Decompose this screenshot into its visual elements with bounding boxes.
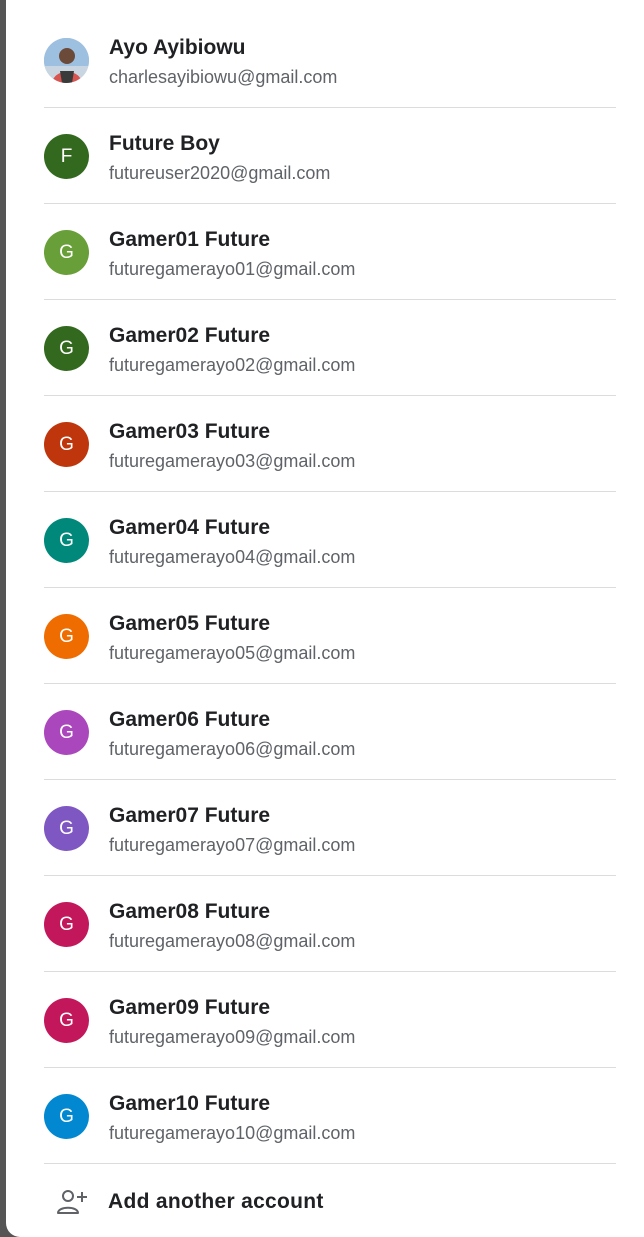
account-row[interactable]: G Gamer06 Future futuregamerayo06@gmail.co…: [44, 684, 616, 780]
avatar: G: [44, 902, 89, 947]
account-row[interactable]: G Gamer10 Future futuregamerayo10@gmail.co…: [44, 1068, 616, 1164]
account-email: futuregamerayo01@gmail.com: [109, 259, 356, 279]
avatar: F: [44, 134, 89, 179]
account-email: futuregamerayo10@gmail.com: [109, 1123, 356, 1143]
avatar: G: [44, 230, 89, 275]
account-email: futuregamerayo03@gmail.com: [109, 451, 356, 471]
account-row[interactable]: G Gamer02 Future futuregamerayo02@gmail.co…: [44, 300, 616, 396]
account-row[interactable]: G Gamer09 Future futuregamerayo09@gmail.co…: [44, 972, 616, 1068]
account-row[interactable]: G Gamer07 Future futuregamerayo07@gmail.co…: [44, 780, 616, 876]
account-chooser-sheet: Ayo Ayibiowu charlesayibiowu@gmail.com F Fu…: [6, 0, 644, 1237]
account-email: futuregamerayo07@gmail.com: [109, 835, 356, 855]
account-name: Ayo Ayibiowu: [109, 36, 246, 59]
account-name: Gamer04 Future: [109, 516, 271, 539]
add-another-account-label: Add another account: [108, 1190, 324, 1213]
account-name: Gamer07 Future: [109, 804, 271, 827]
account-name: Gamer09 Future: [109, 996, 271, 1019]
account-row[interactable]: G Gamer08 Future futuregamerayo08@gmail.co…: [44, 876, 616, 972]
avatar: G: [44, 806, 89, 851]
add-another-account-button[interactable]: Add another account: [44, 1166, 616, 1236]
avatar: G: [44, 710, 89, 755]
account-email: futuregamerayo08@gmail.com: [109, 931, 356, 951]
account-name: Gamer01 Future: [109, 228, 271, 251]
account-name: Gamer03 Future: [109, 420, 271, 443]
account-name: Gamer08 Future: [109, 900, 271, 923]
account-email: futureuser2020@gmail.com: [109, 163, 331, 183]
person-add-icon: [57, 1190, 87, 1214]
avatar-photo: [44, 38, 89, 83]
account-name: Gamer02 Future: [109, 324, 271, 347]
account-name: Gamer10 Future: [109, 1092, 271, 1115]
account-email: futuregamerayo02@gmail.com: [109, 355, 356, 375]
account-name: Future Boy: [109, 132, 220, 155]
account-email: futuregamerayo05@gmail.com: [109, 643, 356, 663]
account-row[interactable]: F Future Boy futureuser2020@gmail.com: [44, 108, 616, 204]
account-row[interactable]: G Gamer03 Future futuregamerayo03@gmail.co…: [44, 396, 616, 492]
account-email: charlesayibiowu@gmail.com: [109, 67, 338, 87]
account-row[interactable]: Ayo Ayibiowu charlesayibiowu@gmail.com: [44, 12, 616, 108]
account-list: Ayo Ayibiowu charlesayibiowu@gmail.com F Fu…: [44, 12, 616, 1164]
avatar: G: [44, 998, 89, 1043]
account-email: futuregamerayo06@gmail.com: [109, 739, 356, 759]
account-name: Gamer05 Future: [109, 612, 271, 635]
avatar: G: [44, 422, 89, 467]
avatar: G: [44, 326, 89, 371]
avatar: G: [44, 614, 89, 659]
account-row[interactable]: G Gamer04 Future futuregamerayo04@gmail.co…: [44, 492, 616, 588]
account-row[interactable]: G Gamer01 Future futuregamerayo01@gmail.co…: [44, 204, 616, 300]
account-row[interactable]: G Gamer05 Future futuregamerayo05@gmail.co…: [44, 588, 616, 684]
avatar: G: [44, 1094, 89, 1139]
account-email: futuregamerayo04@gmail.com: [109, 547, 356, 567]
avatar: G: [44, 518, 89, 563]
account-email: futuregamerayo09@gmail.com: [109, 1027, 356, 1047]
account-name: Gamer06 Future: [109, 708, 271, 731]
